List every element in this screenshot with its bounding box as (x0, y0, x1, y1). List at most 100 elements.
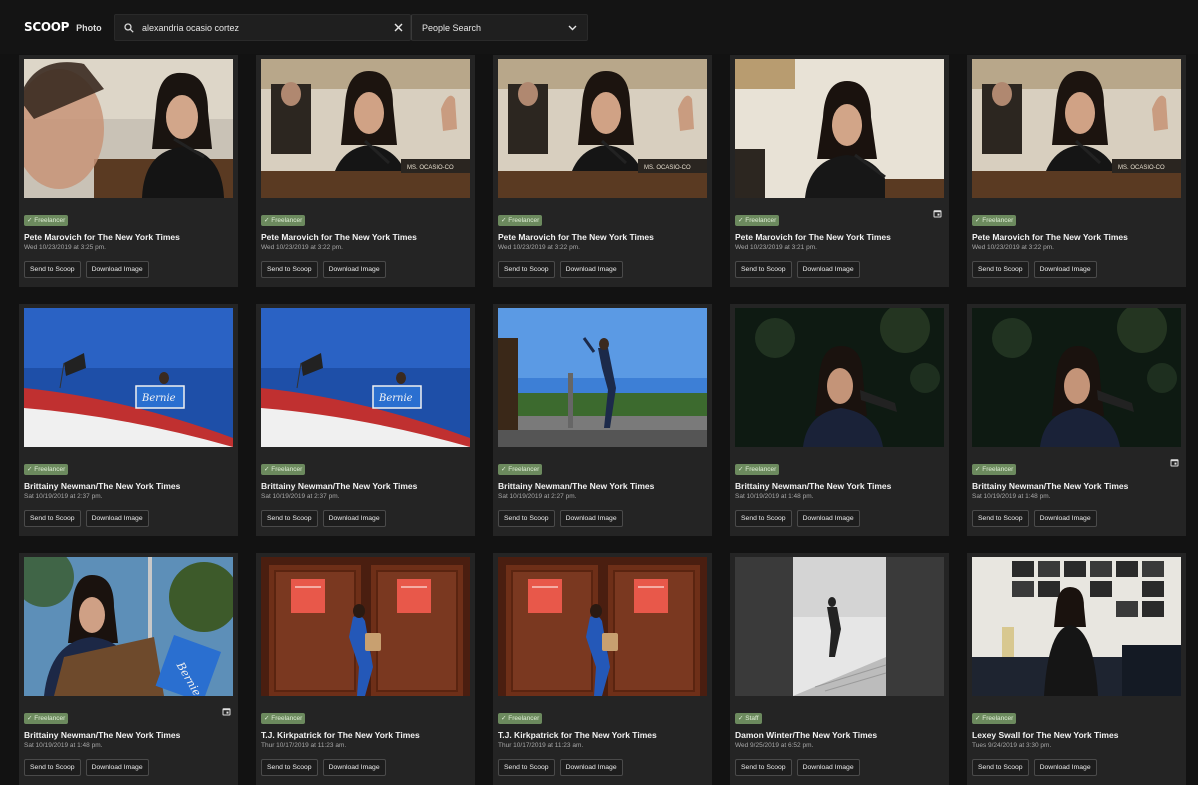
status-badge: ✓ Freelancer (261, 713, 306, 724)
photo-credit: Pete Marovich for The New York Times (972, 232, 1128, 242)
logo[interactable]: SCOOP Photo (24, 20, 114, 34)
photo-thumbnail[interactable] (972, 308, 1181, 447)
photo-image (735, 59, 944, 198)
photo-credit: T.J. Kirkpatrick for The New York Times (498, 730, 657, 740)
search-input[interactable] (142, 22, 386, 33)
photo-card-12: ✓ Freelancer T.J. Kirkpatrick for The Ne… (256, 553, 475, 785)
photo-date: Wed 10/23/2019 at 3:21 pm. (735, 244, 817, 251)
send-to-scoop-button[interactable]: Send to Scoop (972, 759, 1029, 776)
photo-date: Sat 10/19/2019 at 1:48 pm. (24, 742, 103, 749)
send-to-scoop-button[interactable]: Send to Scoop (24, 510, 81, 527)
send-to-scoop-button[interactable]: Send to Scoop (24, 261, 81, 278)
photo-credit: Brittainy Newman/The New York Times (24, 481, 181, 491)
calendar-icon[interactable] (1170, 458, 1179, 467)
download-image-button[interactable]: Download Image (322, 261, 386, 278)
photo-date: Wed 10/23/2019 at 3:22 pm. (972, 244, 1054, 251)
photo-card-4: ✓ Freelancer Pete Marovich for The New Y… (730, 55, 949, 287)
photo-thumbnail[interactable] (735, 557, 944, 696)
download-image-button[interactable]: Download Image (559, 759, 623, 776)
photo-date: Thur 10/17/2019 at 11:23 am. (261, 742, 347, 749)
status-badge: ✓ Freelancer (24, 215, 69, 226)
search-mode-label: People Search (422, 22, 482, 33)
calendar-icon[interactable] (222, 707, 231, 716)
download-image-button[interactable]: Download Image (85, 261, 149, 278)
photo-credit: Brittainy Newman/The New York Times (24, 730, 181, 740)
photo-image (24, 59, 233, 198)
svg-text:Bernie: Bernie (378, 393, 413, 404)
photo-thumbnail[interactable] (498, 557, 707, 696)
status-badge: ✓ Freelancer (972, 464, 1017, 475)
logo-brand: SCOOP (24, 20, 70, 34)
send-to-scoop-button[interactable]: Send to Scoop (24, 759, 81, 776)
download-image-button[interactable]: Download Image (85, 759, 149, 776)
clear-search-button[interactable] (386, 20, 403, 36)
download-image-button[interactable]: Download Image (796, 759, 860, 776)
photo-thumbnail[interactable] (735, 59, 944, 198)
photo-image (735, 557, 944, 696)
photo-credit: Brittainy Newman/The New York Times (261, 481, 418, 491)
send-to-scoop-button[interactable]: Send to Scoop (735, 759, 792, 776)
photo-thumbnail[interactable]: MS. OCASIO-CO (972, 59, 1181, 198)
photo-thumbnail[interactable] (24, 59, 233, 198)
status-badge: ✓ Freelancer (498, 215, 543, 226)
send-to-scoop-button[interactable]: Send to Scoop (261, 510, 318, 527)
svg-text:MS. OCASIO-CO: MS. OCASIO-CO (407, 165, 454, 171)
send-to-scoop-button[interactable]: Send to Scoop (972, 261, 1029, 278)
photo-thumbnail[interactable]: Bernie (24, 308, 233, 447)
status-badge: ✓ Freelancer (24, 464, 69, 475)
send-to-scoop-button[interactable]: Send to Scoop (498, 759, 555, 776)
download-image-button[interactable]: Download Image (1033, 510, 1097, 527)
send-to-scoop-button[interactable]: Send to Scoop (498, 261, 555, 278)
download-image-button[interactable]: Download Image (1033, 759, 1097, 776)
photo-thumbnail[interactable]: MS. OCASIO-CO (498, 59, 707, 198)
photo-credit: Damon Winter/The New York Times (735, 730, 878, 740)
svg-text:MS. OCASIO-CO: MS. OCASIO-CO (644, 165, 691, 171)
send-to-scoop-button[interactable]: Send to Scoop (261, 261, 318, 278)
send-to-scoop-button[interactable]: Send to Scoop (735, 261, 792, 278)
photo-card-11: Bernie ✓ Freelancer Brittainy Newman/The… (19, 553, 238, 785)
photo-thumbnail[interactable]: MS. OCASIO-CO (261, 59, 470, 198)
photo-card-5: MS. OCASIO-CO ✓ Freelancer Pete Marovich… (967, 55, 1186, 287)
download-image-button[interactable]: Download Image (85, 510, 149, 527)
send-to-scoop-button[interactable]: Send to Scoop (498, 510, 555, 527)
photo-date: Sat 10/19/2019 at 1:48 pm. (972, 493, 1051, 500)
photo-date: Wed 10/23/2019 at 3:25 pm. (24, 244, 106, 251)
search-mode-select[interactable]: People Search (411, 14, 588, 41)
photo-thumbnail[interactable] (261, 557, 470, 696)
photo-thumbnail[interactable] (735, 308, 944, 447)
photo-image: Bernie (24, 557, 233, 696)
photo-credit: Brittainy Newman/The New York Times (735, 481, 892, 491)
download-image-button[interactable]: Download Image (559, 261, 623, 278)
photo-date: Sat 10/19/2019 at 2:27 pm. (498, 493, 577, 500)
send-to-scoop-button[interactable]: Send to Scoop (261, 759, 318, 776)
photo-date: Wed 10/23/2019 at 3:22 pm. (261, 244, 343, 251)
photo-date: Sat 10/19/2019 at 2:37 pm. (24, 493, 103, 500)
download-image-button[interactable]: Download Image (796, 261, 860, 278)
status-badge: ✓ Freelancer (972, 215, 1017, 226)
photo-credit: Lexey Swall for The New York Times (972, 730, 1119, 740)
photo-date: Thur 10/17/2019 at 11:23 am. (498, 742, 584, 749)
search-box[interactable] (114, 14, 411, 41)
download-image-button[interactable]: Download Image (796, 510, 860, 527)
photo-thumbnail[interactable]: Bernie (261, 308, 470, 447)
download-image-button[interactable]: Download Image (559, 510, 623, 527)
photo-thumbnail[interactable] (498, 308, 707, 447)
photo-card-13: ✓ Freelancer T.J. Kirkpatrick for The Ne… (493, 553, 712, 785)
photo-thumbnail[interactable]: Bernie (24, 557, 233, 696)
download-image-button[interactable]: Download Image (322, 759, 386, 776)
photo-image: MS. OCASIO-CO (498, 59, 707, 198)
download-image-button[interactable]: Download Image (322, 510, 386, 527)
send-to-scoop-button[interactable]: Send to Scoop (972, 510, 1029, 527)
status-badge: ✓ Staff (735, 713, 762, 724)
photo-thumbnail[interactable] (972, 557, 1181, 696)
calendar-icon[interactable] (933, 209, 942, 218)
status-badge: ✓ Freelancer (498, 464, 543, 475)
send-to-scoop-button[interactable]: Send to Scoop (735, 510, 792, 527)
photo-card-14: ✓ Staff Damon Winter/The New York Times … (730, 553, 949, 785)
svg-text:MS. OCASIO-CO: MS. OCASIO-CO (1118, 165, 1165, 171)
download-image-button[interactable]: Download Image (1033, 261, 1097, 278)
search-icon (124, 22, 134, 33)
photo-image (735, 308, 944, 447)
photo-card-8: ✓ Freelancer Brittainy Newman/The New Yo… (493, 304, 712, 536)
photo-date: Tues 9/24/2019 at 3:30 pm. (972, 742, 1052, 749)
